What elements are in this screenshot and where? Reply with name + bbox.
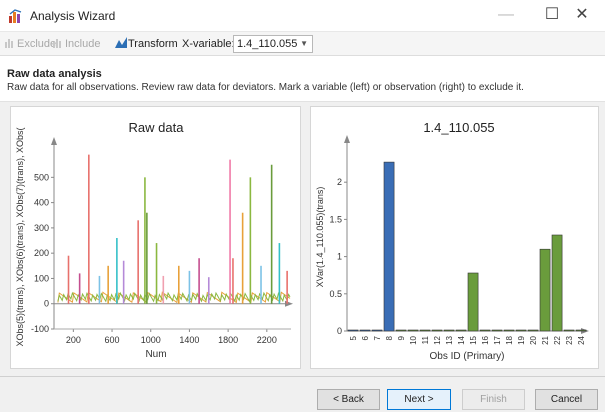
next-button[interactable]: Next >: [387, 389, 451, 410]
back-button[interactable]: < Back: [317, 389, 380, 410]
include-label: Include: [65, 38, 101, 50]
raw-data-chart-panel[interactable]: Raw data -100 0 100 200 300 400 500 200 600 1000 14…: [10, 106, 301, 369]
y-tick-label: -100: [31, 324, 49, 334]
bar-obs-24: [575, 329, 587, 332]
include-button[interactable]: Include: [52, 36, 100, 52]
xvariable-select[interactable]: 1.4_110.055 ▼: [233, 35, 313, 53]
xvariable-label: X-variable:: [182, 38, 235, 50]
raw-data-chart[interactable]: Raw data -100 0 100 200 300 400 500 200 600 1000 14…: [11, 107, 302, 370]
x-tick-label: 200: [66, 335, 81, 345]
bar-obs-7: [371, 329, 383, 332]
x-tick-label: 1800: [218, 335, 238, 345]
bar-obs-17: [491, 329, 503, 332]
y-tick-label: 0.5: [329, 289, 342, 299]
window-title: Analysis Wizard: [30, 9, 116, 23]
page-title: Raw data analysis: [7, 68, 102, 80]
exclude-icon: [5, 39, 13, 48]
x-tick-label: 11: [421, 335, 430, 344]
bar-obs-23: [563, 329, 575, 332]
x-tick-label: 22: [553, 335, 562, 344]
bar-obs-8: [383, 161, 395, 332]
y-tick-label: 2: [337, 177, 342, 187]
bar-obs-16: [479, 329, 491, 332]
transform-icon: [115, 37, 127, 48]
x-tick-label: 5: [349, 335, 358, 340]
bar-obs-15: [467, 272, 479, 332]
bar-obs-5: [347, 329, 359, 332]
x-tick-label: 14: [457, 335, 466, 344]
x-tick-label: 9: [397, 335, 406, 340]
y-axis-arrow: [51, 137, 57, 145]
y-tick-label: 500: [34, 172, 49, 182]
page-description: Raw data for all observations. Review ra…: [7, 82, 524, 93]
x-tick-label: 23: [565, 335, 574, 344]
x-tick-label: 12: [433, 335, 442, 344]
x-axis-label: Obs ID (Primary): [430, 351, 505, 362]
y-axis-label: XVar(1.4_110.055)(trans): [315, 187, 325, 288]
y-tick-label: 100: [34, 273, 49, 283]
y-tick-label: 400: [34, 198, 49, 208]
app-icon: [9, 9, 22, 23]
chart-title: Raw data: [129, 120, 185, 135]
wizard-footer: < Back Next > Finish Cancel: [0, 376, 605, 412]
y-axis-arrow: [344, 135, 350, 143]
x-tick-label: 13: [445, 335, 454, 344]
variable-bar-chart-panel[interactable]: 1.4_110.055 0 0.5 1 1.5 2 5 6 7 8 9 10 11 12 13 14 15 16 1…: [310, 106, 599, 369]
title-bar: Analysis Wizard — ☐ ✕: [0, 0, 605, 32]
bar-obs-10: [407, 329, 419, 332]
wizard-header: Raw data analysis Raw data for all obser…: [0, 56, 605, 102]
x-axis-label: Num: [145, 349, 166, 360]
bar-obs-14: [455, 329, 467, 332]
transform-label: Transform: [128, 38, 178, 50]
x-tick-label: 24: [577, 335, 586, 344]
x-tick-label: 7: [373, 335, 382, 340]
xvariable-value: 1.4_110.055: [237, 38, 298, 50]
toolbar: Exclude Include Transform X-variable: 1.…: [0, 32, 605, 56]
cancel-button[interactable]: Cancel: [535, 389, 598, 410]
y-tick-label: 1.5: [329, 214, 342, 224]
bar-obs-19: [515, 329, 527, 332]
x-tick-label: 8: [385, 335, 394, 340]
x-tick-label: 600: [105, 335, 120, 345]
exclude-button[interactable]: Exclude: [4, 36, 56, 52]
bar-obs-12: [431, 329, 443, 332]
x-tick-label: 19: [517, 335, 526, 344]
x-tick-label: 15: [469, 335, 478, 344]
y-axis-label: XObs(5)(trans), XObs(6)(trans), XObs(7)(…: [15, 127, 25, 346]
bar-obs-22: [551, 234, 563, 332]
y-tick-label: 0: [337, 326, 342, 336]
y-tick-label: 0: [44, 299, 49, 309]
chart-title: 1.4_110.055: [423, 120, 494, 135]
x-tick-label: 20: [529, 335, 538, 344]
bar-obs-9: [395, 329, 407, 332]
minimize-button[interactable]: —: [483, 0, 529, 32]
x-tick-label: 1400: [179, 335, 199, 345]
x-tick-label: 18: [505, 335, 514, 344]
finish-button[interactable]: Finish: [462, 389, 525, 410]
content-area: Raw data -100 0 100 200 300 400 500 200 600 1000 14…: [0, 102, 605, 376]
chevron-down-icon: ▼: [300, 39, 308, 48]
bar-obs-13: [443, 329, 455, 332]
bar-obs-18: [503, 329, 515, 332]
x-axis-arrow: [285, 300, 293, 307]
x-tick-label: 1000: [141, 335, 161, 345]
y-tick-label: 200: [34, 248, 49, 258]
x-tick-label: 21: [541, 335, 550, 344]
exclude-label: Exclude: [17, 38, 57, 50]
y-tick-label: 1: [337, 252, 342, 262]
bar-obs-20: [527, 329, 539, 332]
bar-obs-6: [359, 329, 371, 332]
x-tick-label: 16: [481, 335, 490, 344]
close-button[interactable]: ✕: [559, 0, 605, 32]
x-tick-label: 10: [409, 335, 418, 344]
x-tick-label: 2200: [257, 335, 277, 345]
x-tick-label: 6: [361, 335, 370, 340]
bar-obs-21: [539, 248, 551, 332]
include-icon: [53, 39, 61, 48]
y-tick-label: 300: [34, 223, 49, 233]
bar-obs-11: [419, 329, 431, 332]
x-tick-label: 17: [493, 335, 502, 344]
variable-bar-chart[interactable]: 1.4_110.05500.511.525 6 7 8 9 10 11 12 13 14 15 16 1…: [311, 107, 600, 370]
transform-button[interactable]: Transform: [115, 36, 178, 52]
